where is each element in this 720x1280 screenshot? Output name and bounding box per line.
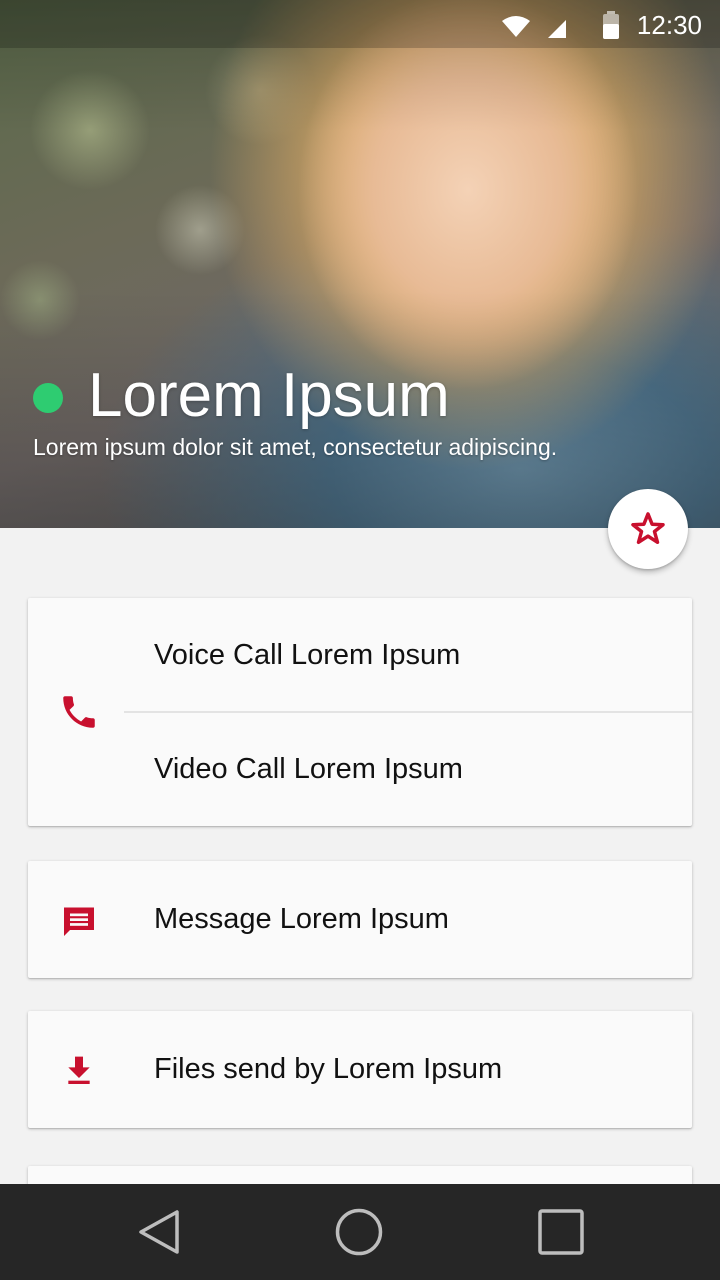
message-row: Message Lorem Ipsum: [154, 861, 692, 978]
status-bar: 12:30: [0, 0, 720, 48]
voice-call-label: Voice Call Lorem Ipsum: [154, 638, 461, 671]
call-card: Voice Call Lorem Ipsum Video Call Lorem …: [28, 598, 692, 826]
phone-icon: [63, 696, 95, 728]
voice-call-item[interactable]: Voice Call Lorem Ipsum: [154, 598, 692, 712]
video-call-item[interactable]: Video Call Lorem Ipsum: [154, 713, 692, 826]
message-icon: [64, 907, 94, 936]
video-call-label: Video Call Lorem Ipsum: [154, 753, 463, 785]
battery-icon: [603, 11, 619, 39]
signal-icon: [548, 20, 566, 38]
contact-name: Lorem Ipsum: [88, 361, 450, 430]
favorite-button[interactable]: [608, 489, 688, 569]
recents-icon[interactable]: [537, 1208, 585, 1256]
status-time: 12:30: [636, 10, 702, 40]
wifi-icon: [502, 16, 530, 37]
files-row: Files send by Lorem Ipsum: [154, 1011, 692, 1128]
presence-indicator: [33, 383, 63, 413]
navigation-bar: [0, 1184, 720, 1280]
files-label: Files send by Lorem Ipsum: [154, 1053, 503, 1085]
message-item[interactable]: Message Lorem Ipsum: [28, 861, 692, 978]
star-outline-icon: [631, 512, 665, 545]
download-icon: [68, 1056, 90, 1084]
message-label: Message Lorem Ipsum: [154, 903, 449, 935]
files-item[interactable]: Files send by Lorem Ipsum: [28, 1011, 692, 1128]
contact-subtitle: Lorem ipsum dolor sit amet, consectetur …: [33, 434, 558, 460]
home-icon[interactable]: [335, 1208, 383, 1256]
back-icon[interactable]: [135, 1208, 183, 1256]
